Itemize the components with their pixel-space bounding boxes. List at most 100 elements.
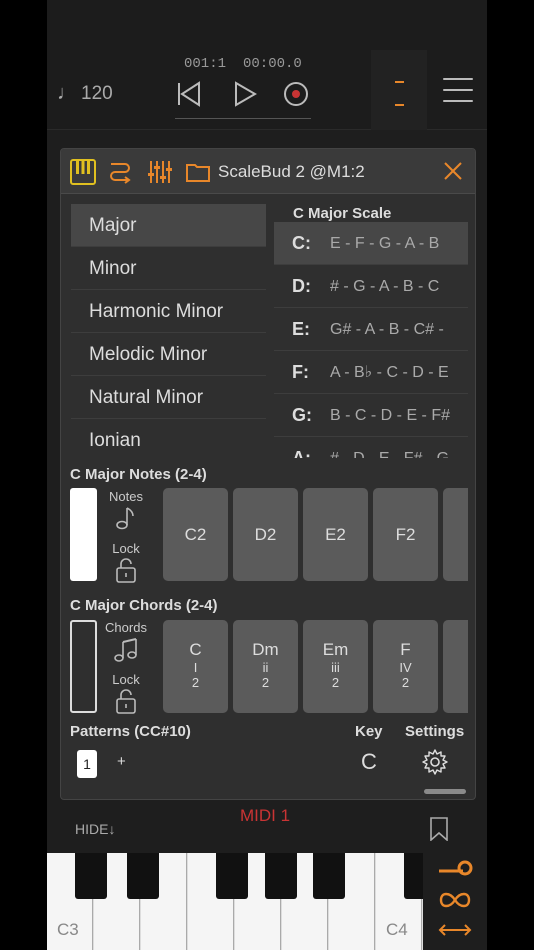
key-notes: B - C - D - E - F# xyxy=(330,407,450,424)
black-key[interactable] xyxy=(216,853,248,899)
chord-notes-icon xyxy=(114,638,137,662)
black-key[interactable] xyxy=(265,853,297,899)
pattern-1-button[interactable]: 1 xyxy=(77,750,97,778)
key-name: F: xyxy=(292,362,309,382)
mixer-icon[interactable] xyxy=(147,159,173,185)
scale-item-melodic-minor[interactable]: Melodic Minor xyxy=(71,333,266,376)
tempo-display[interactable]: ♩ 120 xyxy=(57,82,113,105)
key-row[interactable]: G: B - C - D - E - F# xyxy=(274,394,468,437)
note-cell[interactable]: F2 xyxy=(373,488,438,581)
note-icon xyxy=(116,507,134,530)
key-notes: G# - A - B - C# - xyxy=(330,321,444,338)
key-notes: # - D - E - F# - G xyxy=(330,437,460,458)
tempo-value: 120 xyxy=(81,83,113,104)
folder-icon[interactable] xyxy=(185,159,211,185)
key-row[interactable]: F: A - B♭ - C - D - E xyxy=(274,351,468,394)
keyboard-side-controls xyxy=(423,853,487,950)
patterns-title: Patterns (CC#10) xyxy=(70,723,191,740)
time-counter: 00:00.0 xyxy=(243,56,302,72)
chords-lock-label: Lock xyxy=(112,672,140,687)
notes-toggle[interactable] xyxy=(70,488,97,581)
app-window: ♩ 120 001:1 00:00.0 ScaleBud 2 @M1:2 Maj… xyxy=(47,0,487,950)
note-cell[interactable]: C2 xyxy=(163,488,228,581)
bottom-bar: HIDE↓ MIDI 1 xyxy=(47,800,487,850)
black-key[interactable] xyxy=(127,853,159,899)
scale-list[interactable]: Major Minor Harmonic Minor Melodic Minor… xyxy=(71,204,266,459)
black-key[interactable] xyxy=(404,853,423,899)
scale-heading: C Major Scale xyxy=(293,205,392,222)
meter-mark xyxy=(395,81,404,83)
settings-label: Settings xyxy=(405,723,465,740)
chords-label: Chords xyxy=(105,620,147,635)
position-counter: 001:1 xyxy=(184,56,227,72)
key-row[interactable]: C: E - F - G - A - B xyxy=(274,222,468,265)
key-name: E: xyxy=(292,319,310,339)
scale-item-ionian[interactable]: Ionian xyxy=(71,419,266,459)
chords-toggle[interactable] xyxy=(70,620,97,713)
notes-label: Notes xyxy=(109,489,143,504)
scale-item-minor[interactable]: Minor xyxy=(71,247,266,290)
double-arrow-icon[interactable] xyxy=(437,919,473,941)
hide-button[interactable]: HIDE↓ xyxy=(75,821,115,837)
key-list[interactable]: C: E - F - G - A - B D: # - G - A - B - C … xyxy=(274,222,468,458)
chord-cell[interactable] xyxy=(443,620,468,713)
meter-mark xyxy=(395,104,404,106)
chord-cell[interactable]: Dm ii 2 xyxy=(233,620,298,713)
panel-titlebar: ScaleBud 2 @M1:2 xyxy=(61,149,475,194)
unlock-icon[interactable] xyxy=(113,688,139,714)
key-label-c4: C4 xyxy=(386,920,408,939)
scale-item-harmonic-minor[interactable]: Harmonic Minor xyxy=(71,290,266,333)
key-name: C: xyxy=(292,233,311,253)
key-notes: # - G - A - B - C xyxy=(330,278,440,295)
play-button[interactable] xyxy=(225,74,265,114)
key-selector[interactable]: C xyxy=(361,749,377,775)
key-notes: E - F - G - A - B xyxy=(330,235,440,252)
chord-cell[interactable]: Em iii 2 xyxy=(303,620,368,713)
menu-button[interactable] xyxy=(443,78,473,108)
key-name: A: xyxy=(292,448,311,458)
note-cell[interactable]: E2 xyxy=(303,488,368,581)
key-row[interactable]: E: G# - A - B - C# - xyxy=(274,308,468,351)
wrench-icon[interactable] xyxy=(437,857,473,879)
scalebud-panel: ScaleBud 2 @M1:2 Major Minor Harmonic Mi… xyxy=(60,148,476,800)
key-row[interactable]: D: # - G - A - B - C xyxy=(274,265,468,308)
midi-track-label[interactable]: MIDI 1 xyxy=(240,806,290,826)
notes-section-title: C Major Notes (2-4) xyxy=(70,466,207,483)
gear-icon[interactable] xyxy=(422,749,448,775)
key-label: Key xyxy=(355,723,383,740)
skip-back-icon xyxy=(178,81,200,107)
black-key[interactable] xyxy=(75,853,107,899)
record-icon xyxy=(284,82,308,106)
chord-cell[interactable]: F IV 2 xyxy=(373,620,438,713)
notes-lock-label: Lock xyxy=(112,541,140,556)
key-notes: A - B♭ - C - D - E xyxy=(330,364,449,381)
transport-divider xyxy=(175,118,311,119)
note-cell[interactable]: D2 xyxy=(233,488,298,581)
rewind-button[interactable] xyxy=(169,74,209,114)
transport-bar: ♩ 120 001:1 00:00.0 xyxy=(47,0,487,130)
note-cell[interactable] xyxy=(443,488,468,581)
chord-cell[interactable]: C I 2 xyxy=(163,620,228,713)
play-icon xyxy=(235,81,257,107)
unlock-icon[interactable] xyxy=(113,557,139,583)
bookmark-icon[interactable] xyxy=(429,817,449,841)
note-icon: ♩ xyxy=(57,82,77,104)
panel-title: ScaleBud 2 @M1:2 xyxy=(218,162,365,181)
piano-keyboard[interactable]: C3 C4 xyxy=(47,853,423,950)
scale-item-major[interactable]: Major xyxy=(71,204,266,247)
note-cells: C2 D2 E2 F2 xyxy=(163,488,468,581)
panel-scrollbar[interactable] xyxy=(424,789,466,794)
close-icon[interactable] xyxy=(442,160,464,182)
record-button[interactable] xyxy=(276,74,316,114)
track-strip[interactable] xyxy=(371,50,427,130)
key-name: D: xyxy=(292,276,311,296)
infinity-icon[interactable] xyxy=(437,889,473,911)
chord-cells: C I 2 Dm ii 2 Em iii 2 F IV 2 xyxy=(163,620,468,713)
scale-item-natural-minor[interactable]: Natural Minor xyxy=(71,376,266,419)
key-name: G: xyxy=(292,405,312,425)
key-row[interactable]: A: # - D - E - F# - G xyxy=(274,437,468,458)
piano-keys-icon[interactable] xyxy=(70,159,96,185)
routing-icon[interactable] xyxy=(107,159,133,185)
black-key[interactable] xyxy=(313,853,345,899)
add-pattern-button[interactable]: + xyxy=(117,753,126,770)
